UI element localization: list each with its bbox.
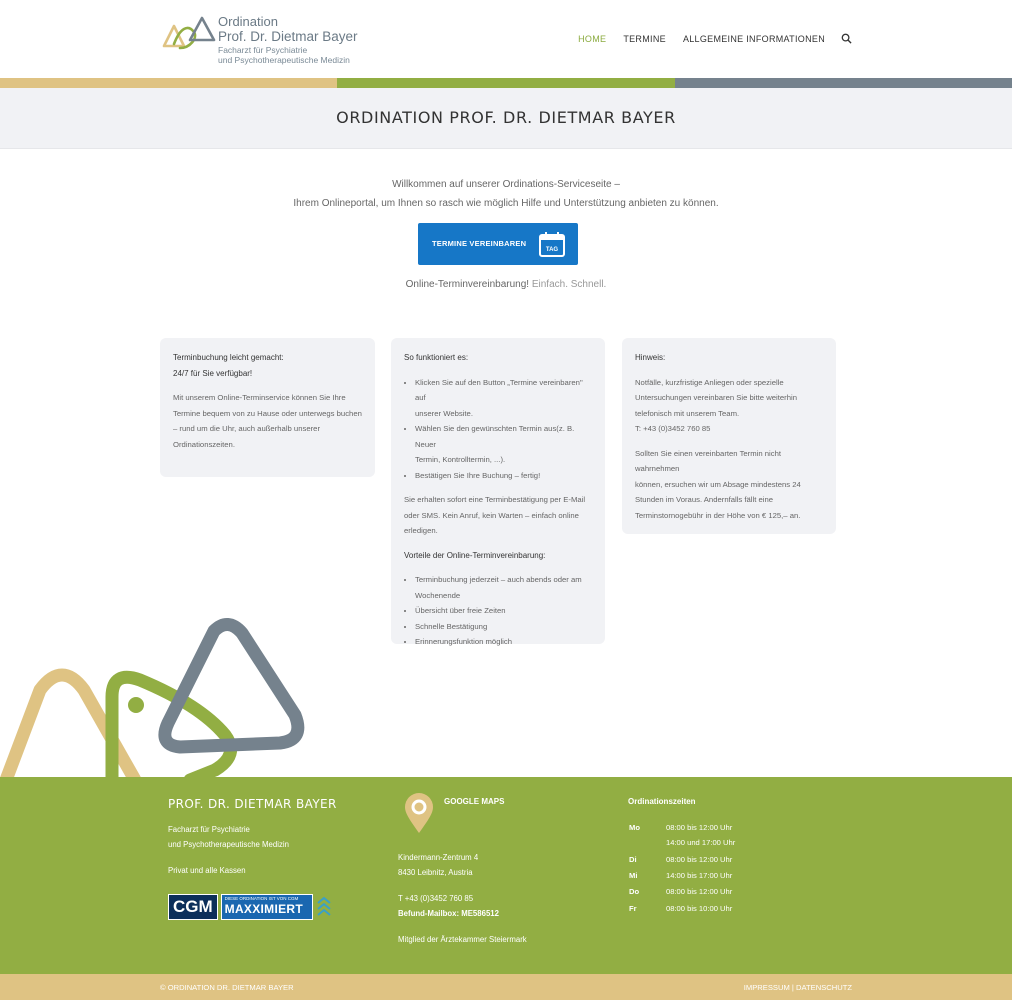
calendar-icon: TAG xyxy=(539,232,565,257)
cgm-logo: CGM xyxy=(168,894,218,920)
site-logo[interactable]: Ordination Prof. Dr. Dietmar Bayer Facha… xyxy=(160,12,360,68)
card-booking-line: – rund um die Uhr, auch außerhalb unsere… xyxy=(173,424,321,433)
card-booking-line: Termine bequem von zu Hause oder unterwe… xyxy=(173,408,362,418)
card-notice: Hinweis: Notfälle, kurzfristige Anliegen… xyxy=(622,338,836,534)
list-item: Bestätigen Sie Ihre Buchung – fertig! xyxy=(415,468,592,484)
site-footer: PROF. DR. DIETMAR BAYER Facharzt für Psy… xyxy=(0,777,1012,974)
logo-triangles-icon xyxy=(162,16,216,50)
search-icon[interactable] xyxy=(841,33,852,44)
card-notice-heading: Hinweis: xyxy=(635,353,666,362)
tagline-light: Einfach. Schnell. xyxy=(531,279,607,290)
title-band: ORDINATION PROF. DR. DIETMAR BAYER xyxy=(0,88,1012,149)
footer-address-1: Kindermann-Zentrum 4 xyxy=(398,853,479,862)
hours-time: 14:00 bis 17:00 Uhr xyxy=(666,871,733,880)
list-item: Übersicht über freie Zeiten xyxy=(415,603,592,619)
card-how-it-works: So funktioniert es: Klicken Sie auf den … xyxy=(391,338,605,646)
steps-list: Klicken Sie auf den Button „Termine vere… xyxy=(404,375,592,484)
footer-specialty-2: und Psychotherapeutische Medizin xyxy=(168,840,289,849)
tagline-strong: Online-Terminvereinbarung! xyxy=(405,279,530,290)
hours-time: 08:00 bis 10:00 Uhr xyxy=(666,904,733,913)
card-booking-line: Mit unserem Online-Terminservice können … xyxy=(173,393,346,402)
card-booking-heading-2: 24/7 für Sie verfügbar! xyxy=(173,368,253,378)
notice-line: können, ersuchen wir um Absage mindesten… xyxy=(635,479,801,489)
footer-phone[interactable]: T +43 (0)3452 760 85 xyxy=(398,894,473,903)
footer-membership: Mitglied der Ärztekammer Steiermark xyxy=(398,935,527,944)
hours-day: Do xyxy=(629,887,640,896)
footer-address-2: 8430 Leibnitz, Austria xyxy=(398,868,473,877)
legal-links: IMPRESSUM | DATENSCHUTZ xyxy=(744,983,852,992)
main-nav: HOME TERMINE ALLGEMEINE INFORMATIONEN xyxy=(561,33,852,44)
maxx-big-text: MAXXIMIERT xyxy=(224,902,304,916)
hours-day: Mi xyxy=(629,871,638,880)
notice-line: Stunden im Voraus. Andernfalls fällt ein… xyxy=(635,495,774,504)
card-how-heading: So funktioniert es: xyxy=(404,353,469,362)
datenschutz-link[interactable]: DATENSCHUTZ xyxy=(796,983,852,992)
google-maps-link[interactable]: GOOGLE MAPS xyxy=(444,797,504,806)
card-booking-line: Ordinationszeiten. xyxy=(173,439,235,449)
notice-line: telefonisch mit unserem Team. xyxy=(635,408,740,418)
footer-brand: PROF. DR. DIETMAR BAYER xyxy=(168,797,337,811)
impressum-link[interactable]: IMPRESSUM xyxy=(744,983,790,992)
confirm-line: Sie erhalten sofort eine Terminbestätigu… xyxy=(404,495,586,504)
site-header: Ordination Prof. Dr. Dietmar Bayer Facha… xyxy=(0,0,1012,78)
notice-line: Untersuchungen vereinbaren Sie bitte wei… xyxy=(635,393,797,402)
nav-allgemeine-informationen[interactable]: ALLGEMEINE INFORMATIONEN xyxy=(683,34,825,44)
list-item: Klicken Sie auf den Button „Termine vere… xyxy=(415,375,592,422)
list-item: Schnelle Bestätigung xyxy=(415,619,592,635)
logo-title: Ordination xyxy=(218,14,278,29)
hours-day: Mo xyxy=(629,823,640,832)
card-booking-heading-1: Terminbuchung leicht gemacht: xyxy=(173,353,284,362)
maxx-small-text: DIESE ORDINATION IST VON CGM xyxy=(224,896,299,901)
logo-name: Prof. Dr. Dietmar Bayer xyxy=(218,29,358,44)
hours-time: 14:00 und 17:00 Uhr xyxy=(666,838,736,847)
maxximiert-logo: DIESE ORDINATION IST VON CGM MAXXIMIERT xyxy=(220,894,313,920)
book-appointment-label: TERMINE VEREINBAREN xyxy=(432,239,527,248)
intro-line-2: Ihrem Onlineportal, um Ihnen so rasch wi… xyxy=(293,198,719,209)
calendar-icon-text: TAG xyxy=(546,247,559,253)
confirm-line: erledigen. xyxy=(404,526,438,535)
stripe-gold xyxy=(0,78,338,88)
logo-subtitle-2: und Psychotherapeutische Medizin xyxy=(218,55,350,65)
hours-day: Di xyxy=(629,855,637,864)
nav-home[interactable]: HOME xyxy=(578,34,606,44)
confirm-line: oder SMS. Kein Anruf, kein Warten – einf… xyxy=(404,510,579,520)
footer-insurance: Privat und alle Kassen xyxy=(168,866,246,875)
hours-day: Fr xyxy=(629,904,637,913)
decorative-triangles-icon xyxy=(0,618,305,780)
copyright: © ORDINATION DR. DIETMAR BAYER xyxy=(160,983,294,992)
notice-phone[interactable]: T: +43 (0)3452 760 85 xyxy=(635,421,823,437)
page-title: ORDINATION PROF. DR. DIETMAR BAYER xyxy=(336,108,676,127)
notice-line: Terminstornogebühr in der Höhe von € 125… xyxy=(635,510,801,520)
link-separator: | xyxy=(791,983,794,992)
intro-line-1: Willkommen auf unserer Ordinations-Servi… xyxy=(392,179,620,190)
bottom-bar: © ORDINATION DR. DIETMAR BAYER IMPRESSUM… xyxy=(0,974,1012,1000)
footer-mailbox: Befund-Mailbox: ME586512 xyxy=(398,909,499,918)
hours-time: 08:00 bis 12:00 Uhr xyxy=(666,823,733,832)
logo-subtitle-1: Facharzt für Psychiatrie xyxy=(218,45,308,55)
notice-line: Notfälle, kurzfristige Anliegen oder spe… xyxy=(635,377,784,387)
map-pin-icon[interactable] xyxy=(403,793,435,835)
list-item: Terminbuchung jederzeit – auch abends od… xyxy=(415,572,592,603)
list-item: Wählen Sie den gewünschten Termin aus(z.… xyxy=(415,421,592,468)
chevron-stack-icon xyxy=(317,896,331,916)
advantages-heading: Vorteile der Online-Terminvereinbarung: xyxy=(404,550,546,560)
opening-hours-title: Ordinationszeiten xyxy=(628,797,696,806)
card-booking: Terminbuchung leicht gemacht: 24/7 für S… xyxy=(160,338,375,477)
stripe-gray xyxy=(674,78,1012,88)
hours-time: 08:00 bis 12:00 Uhr xyxy=(666,855,733,864)
advantages-list: Terminbuchung jederzeit – auch abends od… xyxy=(404,572,592,650)
book-appointment-button[interactable]: TERMINE VEREINBAREN TAG xyxy=(418,223,578,265)
color-stripe xyxy=(0,78,1012,88)
cgm-badge[interactable]: CGM DIESE ORDINATION IST VON CGM MAXXIMI… xyxy=(168,894,332,920)
footer-specialty-1: Facharzt für Psychiatrie xyxy=(168,825,250,834)
tagline: Online-Terminvereinbarung! Einfach. Schn… xyxy=(0,279,1012,290)
notice-line: Sollten Sie einen vereinbarten Termin ni… xyxy=(635,448,782,474)
hours-time: 08:00 bis 12:00 Uhr xyxy=(666,887,733,896)
list-item: Erinnerungsfunktion möglich xyxy=(415,634,592,650)
nav-termine[interactable]: TERMINE xyxy=(623,34,666,44)
stripe-green xyxy=(337,78,675,88)
